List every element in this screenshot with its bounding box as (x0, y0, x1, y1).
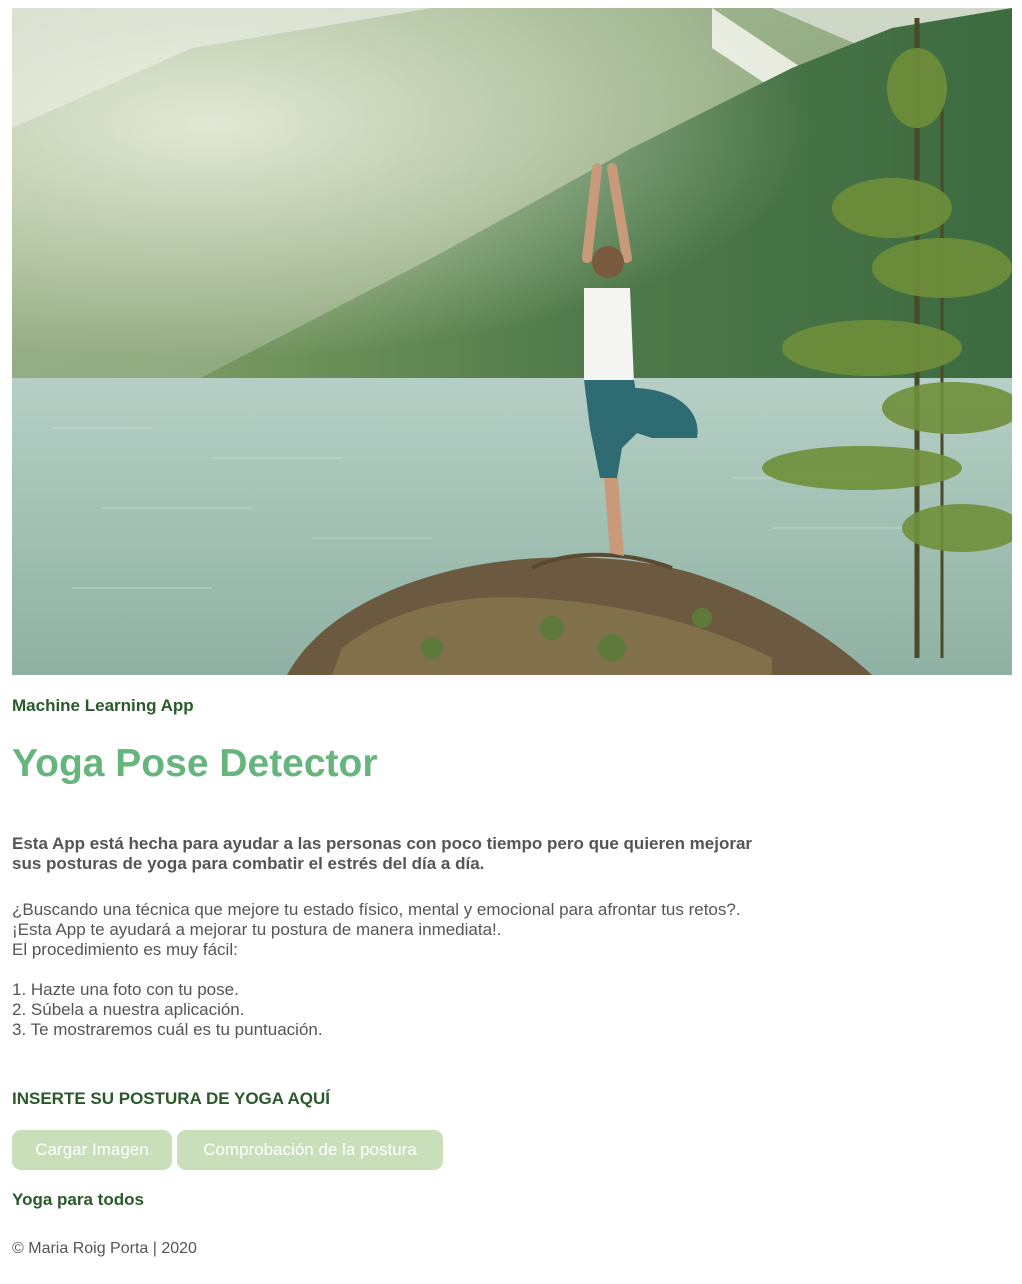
check-pose-button[interactable]: Comprobación de la postura (177, 1130, 443, 1170)
description-block: ¿Buscando una técnica que mejore tu esta… (12, 900, 832, 1040)
app-eyebrow: Machine Learning App (12, 696, 194, 715)
description-line: El procedimiento es muy fácil: (12, 940, 238, 959)
description-line: ¿Buscando una técnica que mejore tu esta… (12, 900, 741, 919)
description-line: ¡Esta App te ayudará a mejorar tu postur… (12, 920, 502, 939)
step-item: 3. Te mostraremos cuál es tu puntuación. (12, 1020, 323, 1039)
copyright-text: © Maria Roig Porta | 2020 (12, 1240, 197, 1257)
step-item: 1. Hazte una foto con tu pose. (12, 980, 239, 999)
intro-line-2: sus posturas de yoga para combatir el es… (12, 854, 485, 873)
step-item: 2. Súbela a nuestra aplicación. (12, 1000, 245, 1019)
page-title: Yoga Pose Detector (12, 742, 378, 785)
hero-image (12, 8, 1012, 675)
upload-image-button[interactable]: Cargar Imagen (12, 1130, 172, 1170)
upload-heading: INSERTE SU POSTURA DE YOGA AQUÍ (12, 1089, 331, 1108)
yoga-lake-illustration (12, 8, 1012, 675)
intro-line-1: Esta App está hecha para ayudar a las pe… (12, 834, 753, 853)
intro-text: Esta App está hecha para ayudar a las pe… (12, 834, 812, 874)
footer-tagline: Yoga para todos (12, 1190, 144, 1209)
